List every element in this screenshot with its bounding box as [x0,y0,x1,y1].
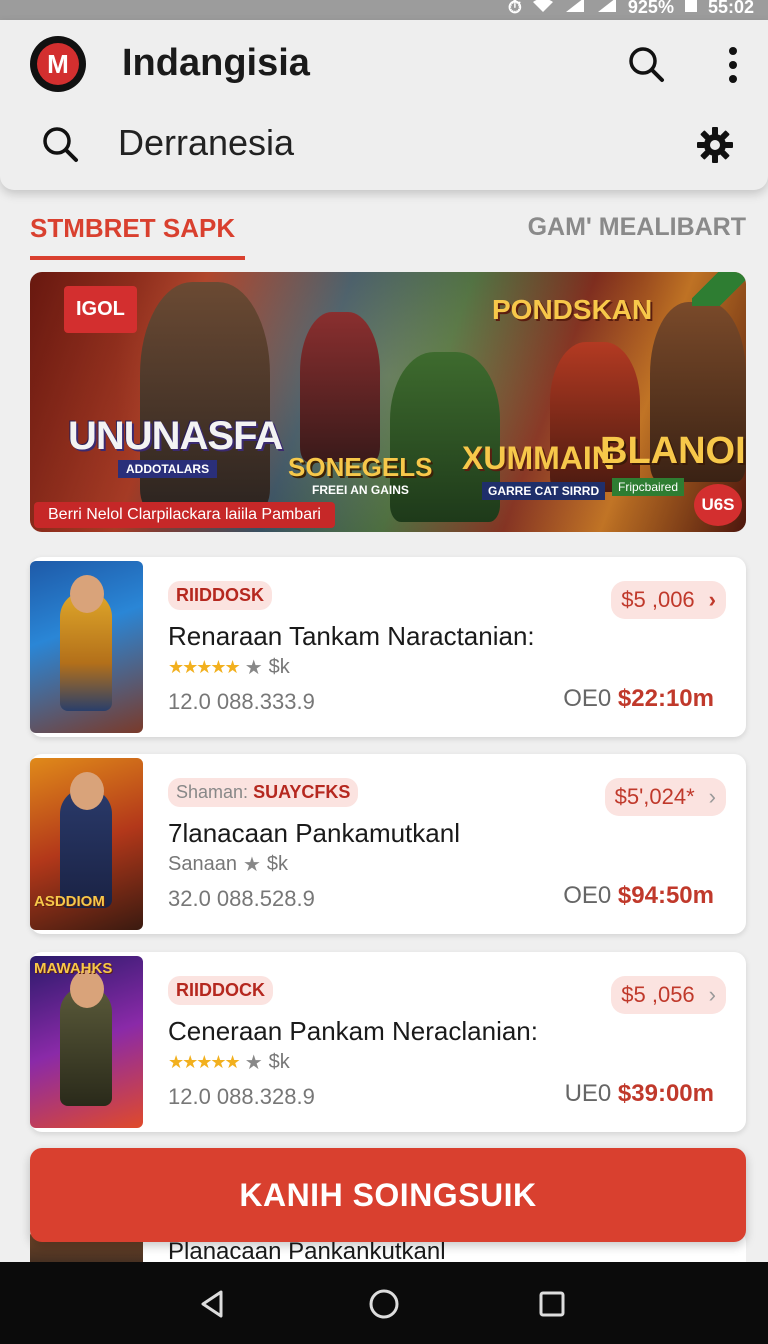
item-tag-text: RIIDDOSK [176,585,265,605]
list-item[interactable]: RIIDDOSK $5 ,006 › Renaraan Tankam Narac… [30,557,746,737]
stars-icon: ★★★★★ [168,1052,241,1072]
thumb-head [70,575,104,613]
item-rating: Sanaan ★ $k [168,852,288,877]
status-bar: ⏱ 925% 55:02 [0,0,768,20]
back-icon[interactable] [194,1286,230,1322]
banner-title-top-right: PONDSKAN [492,294,653,325]
item-total: OE0 $22:10m [563,685,714,713]
tab-bar: STMBRET SAPK GAM' MEALIBART [0,205,768,265]
more-vert-icon[interactable] [718,44,748,86]
item-meta: 12.0 088.328.9 [168,1084,315,1109]
stars-icon: ★★★★★ [168,657,241,677]
thumb-label: MAWAHKS [34,960,113,977]
alarm-icon: ⏱ [507,0,522,17]
list-item[interactable]: ASDDIOM Shaman: SUAYCFKS $5',024* › 7lan… [30,754,746,934]
clock: 55:02 [707,0,754,17]
item-title: Renaraan Tankam Naractanian: [168,621,535,651]
item-tag: Shaman: SUAYCFKS [168,778,359,807]
banner-caption: Berri Nelol Clarpilackara laiila Pambari [34,502,335,528]
search-icon[interactable] [626,44,666,84]
rating-prefix: Sanaan [168,853,237,875]
banner-title-mid: SONEGELS [288,452,433,482]
chevron-right-icon: › [708,784,716,809]
recents-icon[interactable] [534,1286,570,1322]
item-thumbnail: ASDDIOM [30,758,143,930]
price-pill[interactable]: $5',024* › [604,778,726,816]
total-value: $94:50m [617,882,714,909]
star-icon: ★ [242,854,261,876]
price-pill[interactable]: $5 ,006 › [611,581,726,619]
item-tag-text: SUAYCFKS [253,782,351,802]
banner-sub-x: GARRE CAT SIRRD [482,482,606,500]
item-rating: ★★★★★ ★ $k [168,1050,290,1075]
banner-corner-badge: U6S [694,484,742,526]
total-label: UE0 [564,1080,612,1107]
rating-value: $k [266,853,289,875]
banner-title-right: BLANOII [600,430,746,472]
price-pill[interactable]: $5 ,056 › [611,976,726,1014]
item-thumbnail: MAWAHKS [30,956,143,1128]
featured-banner[interactable]: IGOL UNUNASFA ADDOTALARS PONDSKAN SONEGE… [30,272,746,532]
item-title: 7lanacaan Pankamutkanl [168,818,460,848]
item-tag: RIIDDOSK [168,581,273,610]
banner-title-x: XUMMAIN [462,440,615,476]
gear-icon[interactable] [694,124,736,166]
item-total: OE0 $94:50m [563,882,714,910]
primary-cta-button[interactable]: KANIH SOINGSUIK [30,1148,746,1242]
rating-value: $k [268,656,290,678]
tab-inactive[interactable]: GAM' MEALIBART [528,213,746,242]
banner-sub-right: Fripcbaired [612,478,685,496]
search-field-icon [40,124,80,164]
item-tag-prefix: Shaman: [176,782,249,802]
tab-indicator [30,256,245,260]
signal-2-icon [596,0,618,18]
system-nav-bar [0,1262,768,1344]
banner-title-left: UNUNASFA [68,414,283,458]
thumb-label: ASDDIOM [34,893,105,910]
total-value: $39:00m [617,1080,714,1107]
item-total: UE0 $39:00m [565,1080,714,1108]
app-title: Indangisia [122,42,310,84]
list-item[interactable]: MAWAHKS RIIDDOCK $5 ,056 › Ceneraan Pank… [30,952,746,1132]
battery-percent: 925% [627,0,674,17]
item-tag: RIIDDOCK [168,976,273,1005]
chevron-right-icon: › [708,587,716,612]
wifi-icon [532,0,554,18]
total-label: OE0 [563,882,612,909]
rating-value: $k [268,1051,290,1073]
item-title: Ceneraan Pankam Neraclanian: [168,1016,538,1046]
total-value: $22:10m [617,685,714,712]
price-value: $5 ,056 [621,982,695,1007]
item-meta: 12.0 088.333.9 [168,689,315,714]
star-icon: ★ [244,1052,263,1074]
banner-sub-left: ADDOTALARS [118,460,218,478]
banner-hero-2 [300,312,380,462]
item-rating: ★★★★★ ★ $k [168,655,290,680]
item-meta: 32.0 088.528.9 [168,886,315,911]
search-input[interactable]: Derranesia [118,122,294,164]
total-label: OE0 [563,685,612,712]
price-value: $5',024* [614,784,695,809]
tab-active[interactable]: STMBRET SAPK [30,213,235,244]
search-bar[interactable]: Derranesia [0,116,768,176]
app-bar: M Indangisia Derranesia [0,20,768,190]
star-icon: ★ [244,657,263,679]
banner-badge: IGOL [64,286,137,333]
banner-sub-mid: FREEI AN GAINS [312,483,409,497]
price-value: $5 ,006 [621,587,695,612]
banner-corner-stripe [692,272,746,306]
logo-letter: M [37,43,79,85]
item-thumbnail [30,561,143,733]
battery-icon [684,0,698,18]
signal-icon [564,0,586,18]
item-tag-text: RIIDDOCK [176,980,265,1000]
thumb-head [70,772,104,810]
chevron-right-icon: › [708,982,716,1007]
home-icon[interactable] [366,1286,402,1322]
app-logo[interactable]: M [30,36,86,92]
